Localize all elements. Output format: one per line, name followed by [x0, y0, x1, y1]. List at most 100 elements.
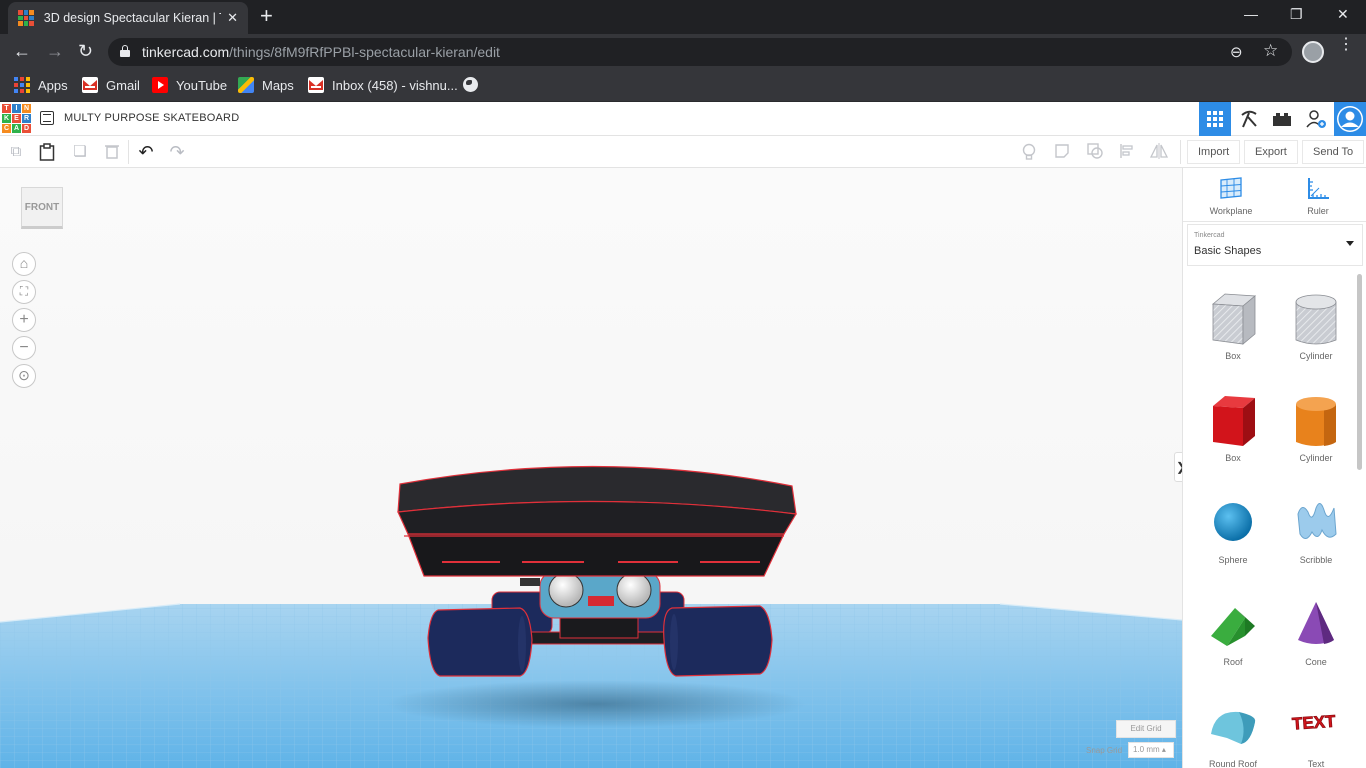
- shape-roof[interactable]: Roof: [1198, 596, 1268, 686]
- user-avatar[interactable]: [1334, 102, 1366, 136]
- 3d-viewport[interactable]: FRONT ⌂ ⛶ + − ⊙ Edit Grid Snap Grid 1.0 …: [0, 168, 1182, 768]
- shape-cylinder[interactable]: Cylinder: [1281, 392, 1351, 482]
- youtube-icon: [152, 77, 168, 93]
- window-close-button[interactable]: ✕: [1337, 6, 1349, 23]
- panel-tools: Workplane Ruler: [1183, 168, 1366, 222]
- lock-icon[interactable]: [120, 45, 130, 57]
- share-button[interactable]: [1300, 102, 1332, 136]
- undo-icon[interactable]: ↶: [137, 143, 155, 161]
- chevron-down-icon: [1346, 241, 1354, 246]
- cylinder-hole-icon: [1288, 290, 1344, 350]
- box-hole-icon: [1205, 290, 1261, 350]
- bookmark-apps[interactable]: Apps: [14, 77, 68, 93]
- bookmarks-bar: Apps Gmail YouTube Maps Inbox (458) - vi…: [0, 70, 1366, 102]
- shape-text[interactable]: TEXT Text: [1281, 698, 1351, 768]
- shape-box-hole[interactable]: Box: [1198, 290, 1268, 380]
- bookmark-maps[interactable]: Maps: [238, 77, 294, 93]
- shape-library-select[interactable]: Tinkercad Basic Shapes: [1187, 224, 1363, 266]
- mirror-icon[interactable]: [1149, 143, 1169, 161]
- zoom-icon[interactable]: ⊖: [1230, 43, 1243, 61]
- bookmark-globe[interactable]: [463, 77, 478, 92]
- tab-close-icon[interactable]: ✕: [227, 10, 238, 26]
- profile-avatar[interactable]: [1302, 41, 1324, 63]
- view-cube[interactable]: FRONT: [21, 187, 63, 229]
- bookmark-inbox[interactable]: Inbox (458) - vishnu...: [308, 77, 458, 93]
- snap-grid-select[interactable]: 1.0 mm ▴: [1128, 742, 1174, 758]
- duplicate-icon[interactable]: ❏: [71, 143, 89, 161]
- browser-tab[interactable]: 3D design Spectacular Kieran | Ti ✕: [8, 2, 248, 34]
- edit-toolbar: ⧉ ❏ ↶ ↷ Import Export Send To: [0, 136, 1366, 168]
- shape-scribble[interactable]: Scribble: [1281, 494, 1351, 584]
- browser-tab-strip: 3D design Spectacular Kieran | Ti ✕ + — …: [0, 0, 1366, 34]
- shape-cone[interactable]: Cone: [1281, 596, 1351, 686]
- reload-button[interactable]: ↻: [78, 41, 93, 61]
- copy-icon[interactable]: ⧉: [7, 143, 25, 161]
- new-tab-button[interactable]: +: [260, 5, 273, 27]
- bookmark-gmail[interactable]: Gmail: [82, 77, 140, 93]
- send-to-button[interactable]: Send To: [1302, 140, 1365, 164]
- ortho-view-icon[interactable]: ⊙: [12, 364, 36, 388]
- globe-icon: [463, 77, 478, 92]
- brick-icon: [1273, 113, 1291, 126]
- gmail-icon: [82, 77, 98, 93]
- skateboard-model[interactable]: [386, 465, 806, 728]
- minimize-button[interactable]: —: [1244, 6, 1258, 22]
- browser-menu-icon[interactable]: ⋮: [1338, 37, 1354, 53]
- tinkercad-logo[interactable]: T I N K E R C A D: [2, 104, 31, 134]
- paste-icon[interactable]: [38, 143, 56, 161]
- home-view-icon[interactable]: ⌂: [12, 252, 36, 276]
- design-title[interactable]: MULTY PURPOSE SKATEBOARD: [64, 112, 239, 124]
- shape-sphere[interactable]: Sphere: [1198, 494, 1268, 584]
- add-user-icon: [1306, 110, 1326, 128]
- text-icon: TEXT: [1288, 698, 1344, 758]
- note-icon[interactable]: [1053, 143, 1071, 161]
- restore-button[interactable]: ❐: [1290, 6, 1303, 23]
- lightbulb-icon[interactable]: [1020, 143, 1038, 161]
- workplane-icon: [1218, 176, 1244, 200]
- bricks-view-button[interactable]: [1266, 102, 1298, 136]
- shape-box[interactable]: Box: [1198, 392, 1268, 482]
- cone-icon: [1288, 596, 1344, 656]
- design-list-icon[interactable]: [40, 111, 54, 125]
- back-button[interactable]: ←: [13, 41, 31, 61]
- pickaxe-icon: [1241, 110, 1257, 128]
- export-button[interactable]: Export: [1244, 140, 1298, 164]
- shape-cylinder-hole[interactable]: Cylinder: [1281, 290, 1351, 380]
- snap-grid-label: Snap Grid: [1086, 746, 1123, 755]
- svg-text:TEXT: TEXT: [1291, 712, 1336, 734]
- cylinder-icon: [1288, 392, 1344, 452]
- shapes-panel: Workplane Ruler Tinkercad Basic Shapes B…: [1182, 168, 1366, 768]
- grid-view-icon: [1207, 111, 1223, 127]
- sphere-icon: [1205, 494, 1261, 554]
- workplane-tool[interactable]: Workplane: [1201, 176, 1261, 216]
- round-roof-icon: [1205, 698, 1261, 758]
- shape-round-roof[interactable]: Round Roof: [1198, 698, 1268, 768]
- panel-scrollbar[interactable]: [1357, 274, 1362, 470]
- fit-view-icon[interactable]: ⛶: [12, 280, 36, 304]
- zoom-in-icon[interactable]: +: [12, 308, 36, 332]
- delete-icon[interactable]: [103, 143, 121, 161]
- roof-icon: [1205, 596, 1261, 656]
- redo-icon[interactable]: ↷: [168, 143, 186, 161]
- 3d-view-button[interactable]: [1199, 102, 1231, 136]
- scene-canvas[interactable]: [0, 168, 1182, 768]
- import-button[interactable]: Import: [1187, 140, 1241, 164]
- address-bar[interactable]: tinkercad.com/things/8fM9fRfPPBl-spectac…: [108, 38, 1292, 66]
- gmail-icon: [308, 77, 324, 93]
- toolbar-divider: [128, 140, 129, 164]
- bookmark-star-icon[interactable]: ☆: [1263, 41, 1278, 61]
- scribble-icon: [1288, 494, 1344, 554]
- bookmark-youtube[interactable]: YouTube: [152, 77, 227, 93]
- url-text[interactable]: tinkercad.com/things/8fM9fRfPPBl-spectac…: [142, 44, 500, 60]
- ruler-icon: [1305, 176, 1331, 200]
- zoom-out-icon[interactable]: −: [12, 336, 36, 360]
- align-icon[interactable]: [1118, 143, 1136, 161]
- blocks-view-button[interactable]: [1233, 102, 1265, 136]
- group-icon[interactable]: [1086, 143, 1104, 161]
- box-icon: [1205, 392, 1261, 452]
- apps-icon: [14, 77, 30, 93]
- toolbar-divider: [1180, 140, 1181, 164]
- forward-button[interactable]: →: [46, 41, 64, 61]
- ruler-tool[interactable]: Ruler: [1288, 176, 1348, 216]
- edit-grid-button[interactable]: Edit Grid: [1116, 720, 1176, 738]
